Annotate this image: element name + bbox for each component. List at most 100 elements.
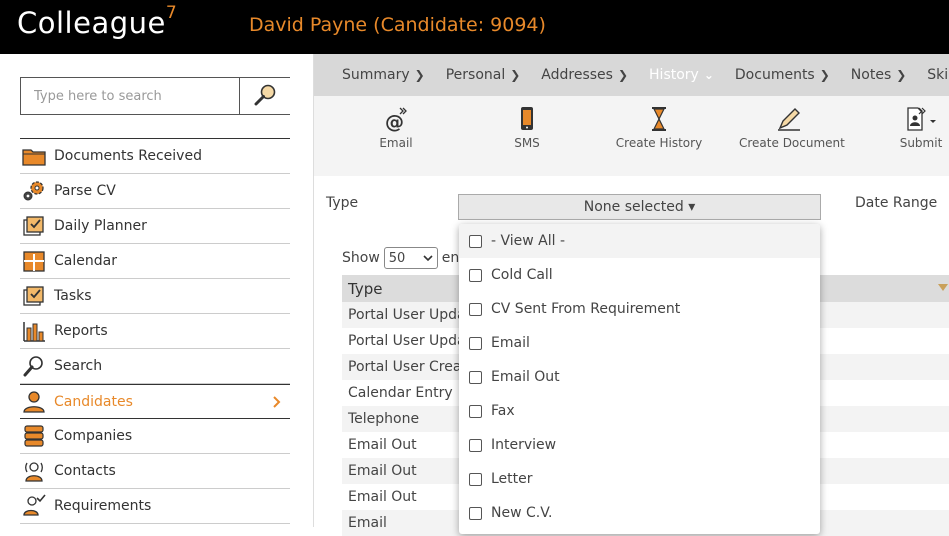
dropdown-option[interactable]: Cold Call: [459, 258, 820, 292]
checkbox[interactable]: [469, 336, 482, 350]
tab-label: Notes: [850, 67, 892, 83]
sidebar-item-requirements[interactable]: Requirements: [20, 489, 290, 524]
magnifier-icon: [254, 84, 276, 106]
folder-icon: [20, 143, 50, 169]
sidebar-item-label: Search: [54, 358, 103, 374]
person-icon: [20, 389, 50, 415]
checkbox[interactable]: [469, 234, 482, 248]
sidebar-item-tasks[interactable]: Tasks: [20, 279, 290, 314]
tab-history[interactable]: History ⌄: [649, 67, 714, 83]
gears-icon: [20, 178, 50, 204]
dropdown-option[interactable]: Email: [459, 326, 820, 360]
search-input[interactable]: [21, 78, 239, 114]
sidebar-item-documents-received[interactable]: Documents Received: [20, 139, 290, 174]
dropdown-option[interactable]: Fax: [459, 394, 820, 428]
tab-label: Skil: [927, 67, 949, 83]
svg-text:@: @: [385, 111, 404, 132]
sidebar-item-calendar[interactable]: Calendar: [20, 244, 290, 279]
calendar-icon: [20, 248, 50, 274]
dropdown-option[interactable]: CV Sent From Requirement: [459, 292, 820, 326]
create-document-button[interactable]: Create Document: [739, 106, 845, 150]
option-label: Interview: [491, 437, 557, 453]
mobile-phone-icon: [497, 106, 557, 132]
email-button[interactable]: @ Email: [366, 106, 426, 150]
sidebar-item-contacts[interactable]: Contacts: [20, 454, 290, 489]
sidebar-item-label: Companies: [54, 428, 133, 444]
logo-text: Colleague: [17, 6, 166, 40]
sidebar-item-label: Contacts: [54, 463, 116, 479]
tasks-icon: [20, 283, 50, 309]
sms-button-label: SMS: [514, 136, 540, 150]
app-logo[interactable]: Colleague7: [17, 3, 177, 40]
sidebar-item-label: Documents Received: [54, 148, 202, 164]
email-at-icon: @: [366, 106, 426, 132]
dropdown-option[interactable]: Interview: [459, 428, 820, 462]
option-label: CV Sent From Requirement: [491, 301, 681, 317]
checkbox[interactable]: [469, 506, 482, 520]
sidebar: Documents Received Parse CV Daily Planne…: [0, 54, 313, 527]
checkbox[interactable]: [469, 472, 482, 486]
caret-down-icon: ▾: [688, 199, 696, 215]
option-label: Email Out: [491, 369, 560, 385]
chevron-right-icon: ❯: [414, 68, 425, 82]
tab-notes[interactable]: Notes ❯: [851, 67, 907, 83]
search-box: [20, 77, 290, 115]
tab-documents[interactable]: Documents ❯: [735, 67, 830, 83]
contacts-icon: [20, 458, 50, 484]
dropdown-option[interactable]: Email Out: [459, 360, 820, 394]
sidebar-nav: Documents Received Parse CV Daily Planne…: [20, 138, 290, 524]
sidebar-item-reports[interactable]: Reports: [20, 314, 290, 349]
action-toolbar: @ Email SMS Create History Create Docume…: [314, 96, 949, 176]
search-button[interactable]: [239, 78, 290, 114]
sidebar-item-candidates[interactable]: Candidates: [20, 384, 290, 419]
tab-label: Addresses: [541, 67, 613, 83]
submit-button-label: Submit: [899, 136, 943, 150]
record-title: David Payne (Candidate: 9094): [249, 14, 546, 36]
sidebar-item-label: Tasks: [54, 288, 92, 304]
pencil-icon: [739, 106, 839, 132]
sidebar-item-search[interactable]: Search: [20, 349, 290, 384]
tab-addresses[interactable]: Addresses ❯: [541, 67, 628, 83]
tab-skills[interactable]: Skil: [927, 67, 949, 83]
sidebar-item-label: Candidates: [54, 393, 133, 410]
tab-label: Personal: [445, 67, 506, 83]
option-label: New C.V.: [491, 505, 553, 521]
tab-label: Documents: [734, 67, 815, 83]
page-length-select[interactable]: 50: [383, 247, 438, 269]
sidebar-item-daily-planner[interactable]: Daily Planner: [20, 209, 290, 244]
create-history-button[interactable]: Create History: [614, 106, 704, 150]
checkbox[interactable]: [469, 370, 482, 384]
option-label: Fax: [491, 403, 515, 419]
tab-summary[interactable]: Summary ❯: [342, 67, 425, 83]
type-filter-select[interactable]: None selected ▾: [458, 194, 821, 220]
sms-button[interactable]: SMS: [497, 106, 557, 150]
checkbox[interactable]: [469, 404, 482, 418]
email-button-label: Email: [379, 136, 413, 150]
option-label: - View All -: [491, 233, 566, 249]
option-label: Email: [491, 335, 530, 351]
sidebar-item-label: Requirements: [54, 498, 152, 514]
tab-label: History: [649, 67, 699, 83]
companies-icon: [20, 423, 50, 449]
main-content: Summary ❯ Personal ❯ Addresses ❯ History ⌄ D…: [313, 54, 949, 536]
sidebar-item-companies[interactable]: Companies: [20, 419, 290, 454]
chevron-right-icon: ❯: [510, 68, 521, 82]
chevron-right-icon: ❯: [617, 68, 629, 82]
checkbox[interactable]: [469, 268, 482, 282]
create-document-label: Create Document: [739, 136, 845, 150]
dropdown-option[interactable]: New C.V.: [459, 496, 820, 530]
checkbox[interactable]: [469, 438, 482, 452]
type-filter-dropdown: - View All - Cold Call CV Sent From Requ…: [459, 224, 820, 534]
create-history-label: Create History: [615, 136, 703, 150]
page-length-value: 50: [388, 250, 406, 266]
dropdown-option[interactable]: Letter: [459, 462, 820, 496]
sidebar-item-parse-cv[interactable]: Parse CV: [20, 174, 290, 209]
type-filter-label: Type: [326, 195, 359, 211]
checkbox[interactable]: [469, 302, 482, 316]
chevron-right-icon: [272, 394, 282, 413]
sort-icon[interactable]: [938, 284, 948, 291]
record-tabs: Summary ❯ Personal ❯ Addresses ❯ History ⌄ D…: [314, 54, 949, 96]
dropdown-option[interactable]: - View All -: [459, 224, 820, 258]
tab-personal[interactable]: Personal ❯: [446, 67, 521, 83]
submit-button[interactable]: Submit: [896, 106, 946, 150]
